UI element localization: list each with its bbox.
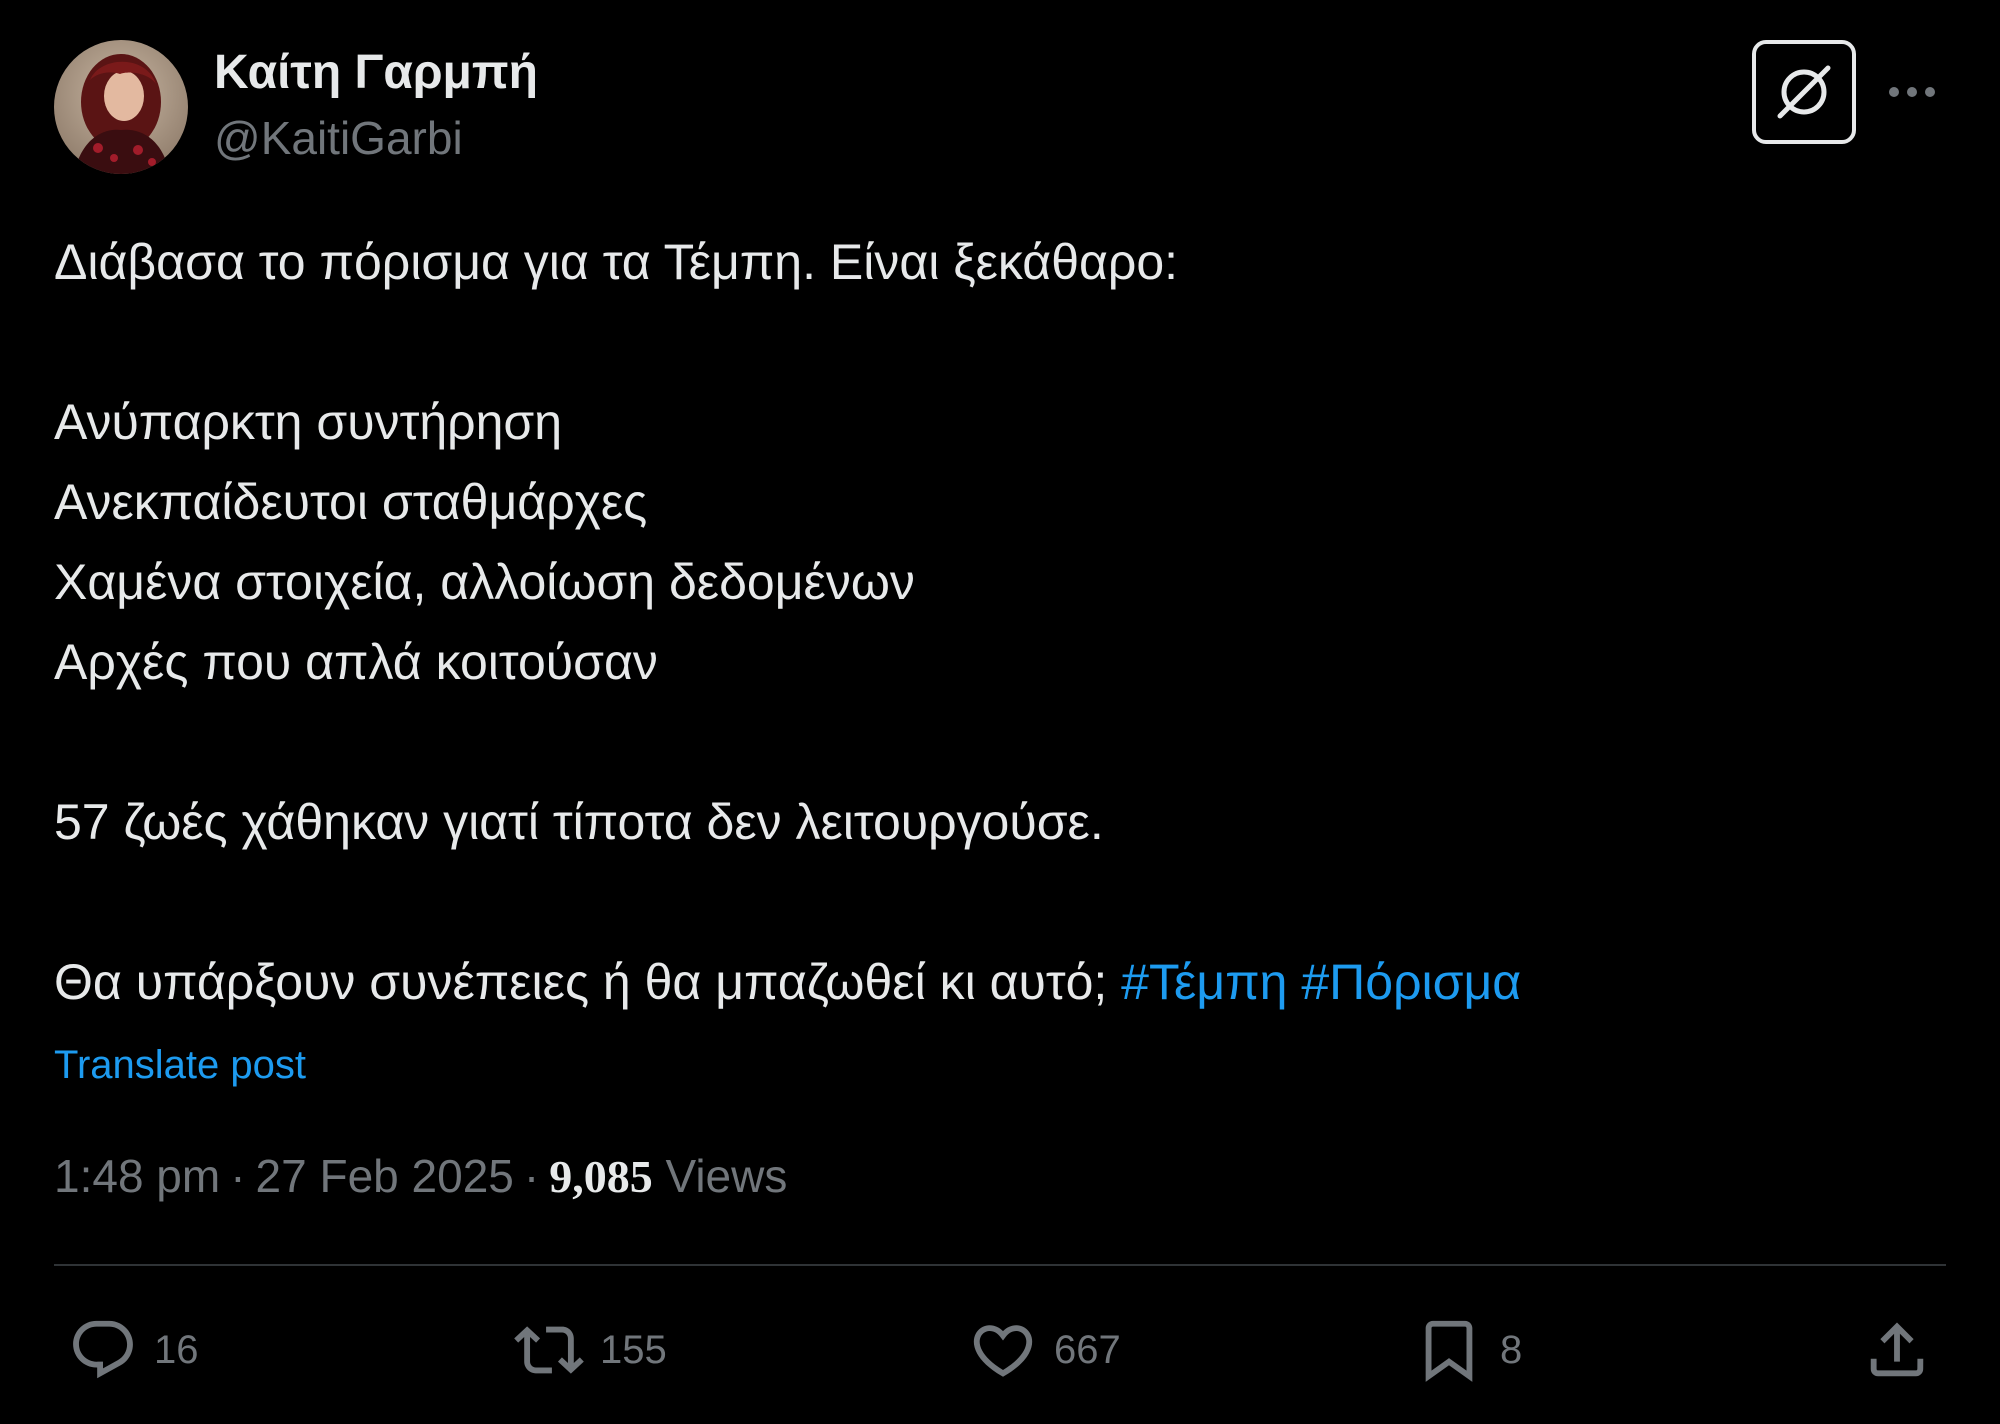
reply-icon (73, 1320, 133, 1379)
meta-separator: · (523, 1150, 540, 1202)
avatar[interactable] (54, 40, 188, 174)
author-handle[interactable]: @KaitiGarbi (214, 110, 463, 166)
post-line-text: Θα υπάρξουν συνέπειες ή θα μπαζωθεί κι α… (54, 954, 1122, 1010)
share-button[interactable] (1862, 1310, 1932, 1390)
like-button[interactable]: 667 (968, 1310, 1121, 1390)
share-icon (1870, 1322, 1924, 1377)
hashtag-link[interactable]: #Πόρισμα (1301, 954, 1521, 1010)
post-meta: 1:48 pm · 27 Feb 2025 · 9,085 Views (54, 1146, 787, 1207)
post-line: Ανεκπαίδευτοι σταθμάρχες (54, 474, 648, 530)
bookmark-icon (1425, 1320, 1473, 1382)
post-line: 57 ζωές χάθηκαν γιατί τίποτα δεν λειτουρ… (54, 794, 1104, 850)
post-line (54, 702, 1954, 782)
post-line: Αρχές που απλά κοιτούσαν (54, 634, 658, 690)
post-line (54, 862, 1954, 942)
post-card: Καίτη Γαρμπή @KaitiGarbi Διάβασα το πόρι… (0, 0, 2000, 1424)
reply-count: 16 (154, 1327, 199, 1372)
action-bar: 16 155 667 8 (54, 1310, 1946, 1390)
post-line-with-hashtags: Θα υπάρξουν συνέπειες ή θα μπαζωθεί κι α… (54, 942, 1954, 1022)
post-line: Διάβασα το πόρισμα για τα Τέμπη. Είναι ξ… (54, 234, 1179, 290)
post-line: Ανύπαρκτη συντήρηση (54, 394, 563, 450)
repost-icon (514, 1326, 584, 1374)
more-options-button[interactable] (1882, 62, 1942, 122)
author-display-name[interactable]: Καίτη Γαρμπή (214, 44, 538, 102)
bookmark-count: 8 (1500, 1327, 1523, 1372)
grok-button[interactable] (1752, 40, 1856, 144)
bookmark-button[interactable]: 8 (1414, 1310, 1522, 1390)
more-horizontal-icon (1889, 87, 1935, 97)
post-line (54, 302, 1954, 382)
meta-separator: · (230, 1150, 246, 1202)
hashtag-link[interactable]: #Τέμπη (1121, 954, 1287, 1010)
grok-icon (1777, 65, 1831, 119)
repost-button[interactable]: 155 (514, 1310, 667, 1390)
profile-photo-icon (54, 40, 188, 174)
translate-post-link[interactable]: Translate post (54, 1040, 306, 1090)
post-time[interactable]: 1:48 pm (54, 1150, 220, 1202)
post-date[interactable]: 27 Feb 2025 (256, 1150, 514, 1202)
reply-button[interactable]: 16 (68, 1310, 199, 1390)
post-text: Διάβασα το πόρισμα για τα Τέμπη. Είναι ξ… (54, 222, 1954, 1022)
heart-icon (973, 1325, 1033, 1377)
repost-count: 155 (600, 1327, 667, 1372)
like-count: 667 (1054, 1327, 1121, 1372)
views-label: Views (665, 1150, 788, 1202)
views-count[interactable]: 9,085 (549, 1151, 653, 1202)
post-line: Χαμένα στοιχεία, αλλοίωση δεδομένων (54, 554, 915, 610)
divider (54, 1264, 1946, 1266)
